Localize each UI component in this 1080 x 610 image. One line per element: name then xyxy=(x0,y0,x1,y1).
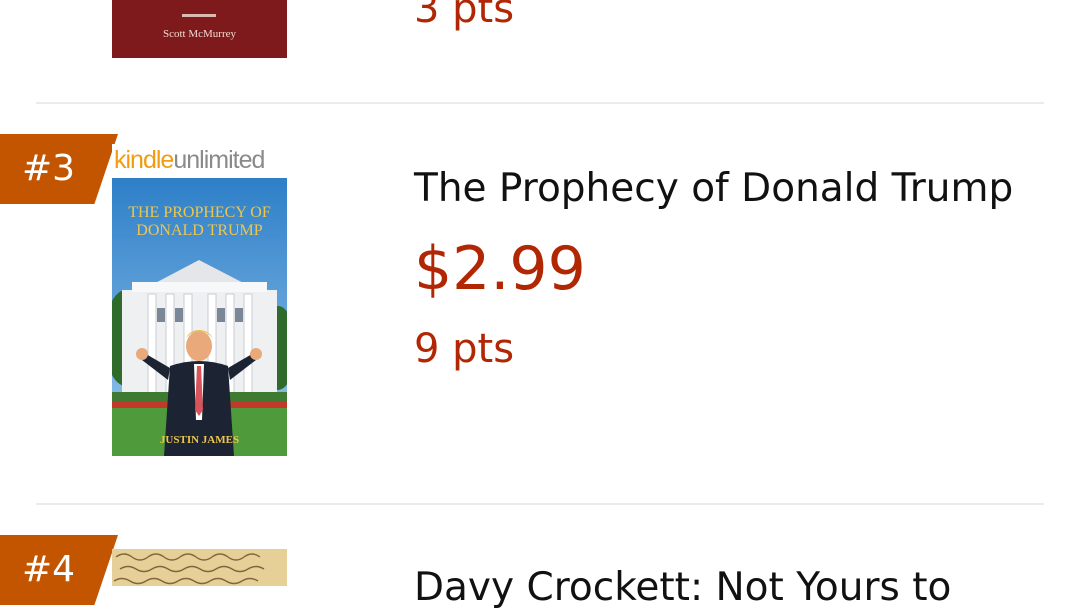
handwriting-texture xyxy=(113,553,265,585)
book-cover[interactable]: kindleunlimited THE PROPHECY OF DONALD T… xyxy=(112,144,287,458)
price-label: $2.99 xyxy=(414,234,586,304)
points-label: 9 pts xyxy=(414,326,515,372)
list-item[interactable]: #4 Davy Crockett: Not Yours to xyxy=(0,505,1080,610)
cover-author: JUSTIN JAMES xyxy=(159,434,240,446)
list-item[interactable]: Scott McMurrey 3 pts xyxy=(0,0,1080,103)
cover-author: Scott McMurrey xyxy=(162,28,236,40)
book-title[interactable]: The Prophecy of Donald Trump xyxy=(414,166,1013,211)
cover-title-line1: THE PROPHECY OF xyxy=(128,204,271,221)
points-label: 3 pts xyxy=(414,0,515,32)
list-item[interactable]: #3 kindleunlimited THE PROPHECY OF DONAL… xyxy=(0,104,1080,504)
kindle-unlimited-logo: kindleunlimited xyxy=(114,146,265,174)
book-cover[interactable] xyxy=(112,549,287,586)
cover-divider xyxy=(182,14,216,17)
cover-title-line2: DONALD TRUMP xyxy=(136,222,263,239)
book-cover[interactable]: Scott McMurrey xyxy=(112,0,287,58)
book-title[interactable]: Davy Crockett: Not Yours to xyxy=(414,565,951,610)
rank-badge: #4 xyxy=(0,535,118,605)
rank-badge: #3 xyxy=(0,134,118,204)
